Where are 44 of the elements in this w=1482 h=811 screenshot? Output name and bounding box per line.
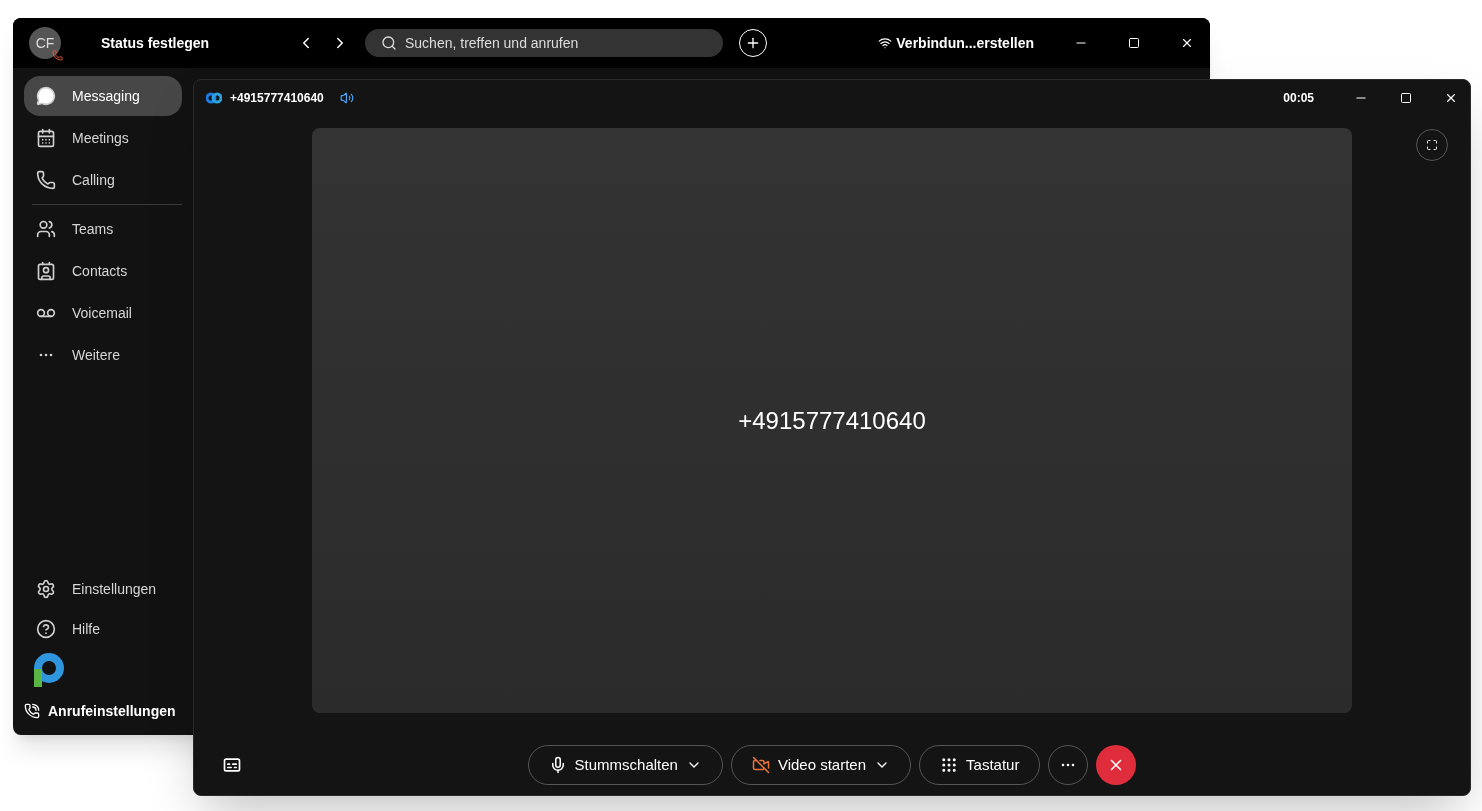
search-field[interactable]: Suchen, treffen und anrufen bbox=[365, 29, 723, 57]
wifi-icon bbox=[878, 36, 893, 50]
close-icon[interactable] bbox=[1444, 91, 1458, 105]
app-icon bbox=[206, 92, 222, 104]
plus-icon bbox=[745, 35, 761, 51]
end-call-button[interactable] bbox=[1096, 745, 1137, 785]
sidebar-item[interactable]: Teams bbox=[24, 209, 182, 249]
call-title: +4915777410640 bbox=[230, 90, 324, 106]
call-status-icon bbox=[52, 50, 63, 61]
speaker-icon bbox=[339, 91, 354, 105]
sidebar-item[interactable]: Meetings bbox=[24, 118, 182, 158]
captions-icon[interactable] bbox=[222, 755, 242, 775]
search-input[interactable]: Suchen, treffen und anrufen bbox=[405, 33, 707, 53]
chat-bubble-icon bbox=[36, 86, 56, 106]
status-text[interactable]: Status festlegen bbox=[101, 33, 281, 53]
more-icon bbox=[39, 353, 53, 357]
sidebar-item[interactable]: Weitere bbox=[24, 335, 182, 375]
sidebar-item[interactable]: Einstellungen bbox=[24, 569, 182, 609]
search-icon bbox=[381, 35, 397, 51]
sidebar-item[interactable]: Contacts bbox=[24, 251, 182, 291]
settings-icon bbox=[36, 579, 56, 599]
sidebar-item[interactable]: Calling bbox=[24, 160, 182, 200]
sidebar-item[interactable]: Voicemail bbox=[24, 293, 182, 333]
contact-card-icon bbox=[36, 261, 56, 281]
call-timer: 00:05 bbox=[1283, 90, 1314, 106]
phone-icon bbox=[24, 703, 40, 719]
maximize-icon[interactable] bbox=[1400, 92, 1412, 104]
keypad-icon bbox=[940, 756, 959, 774]
fullscreen-icon bbox=[1426, 139, 1438, 151]
close-icon[interactable] bbox=[1180, 36, 1194, 50]
phone-icon bbox=[36, 170, 56, 190]
calendar-icon bbox=[36, 128, 56, 148]
sidebar-item[interactable]: Hilfe bbox=[24, 609, 182, 649]
connection-button[interactable]: Verbindun...erstellen bbox=[878, 33, 1034, 53]
avatar: CF bbox=[29, 27, 61, 59]
sidebar-item[interactable]: Messaging bbox=[24, 76, 182, 116]
maximize-icon[interactable] bbox=[1128, 37, 1140, 49]
app-logo bbox=[32, 653, 64, 687]
caller-number: +4915777410640 bbox=[738, 405, 926, 436]
help-icon bbox=[36, 619, 56, 639]
video-off-icon bbox=[751, 756, 770, 774]
call-settings-button[interactable]: Anrufeinstellungen bbox=[24, 695, 182, 727]
people-icon bbox=[36, 219, 56, 239]
more-icon bbox=[1061, 763, 1076, 767]
